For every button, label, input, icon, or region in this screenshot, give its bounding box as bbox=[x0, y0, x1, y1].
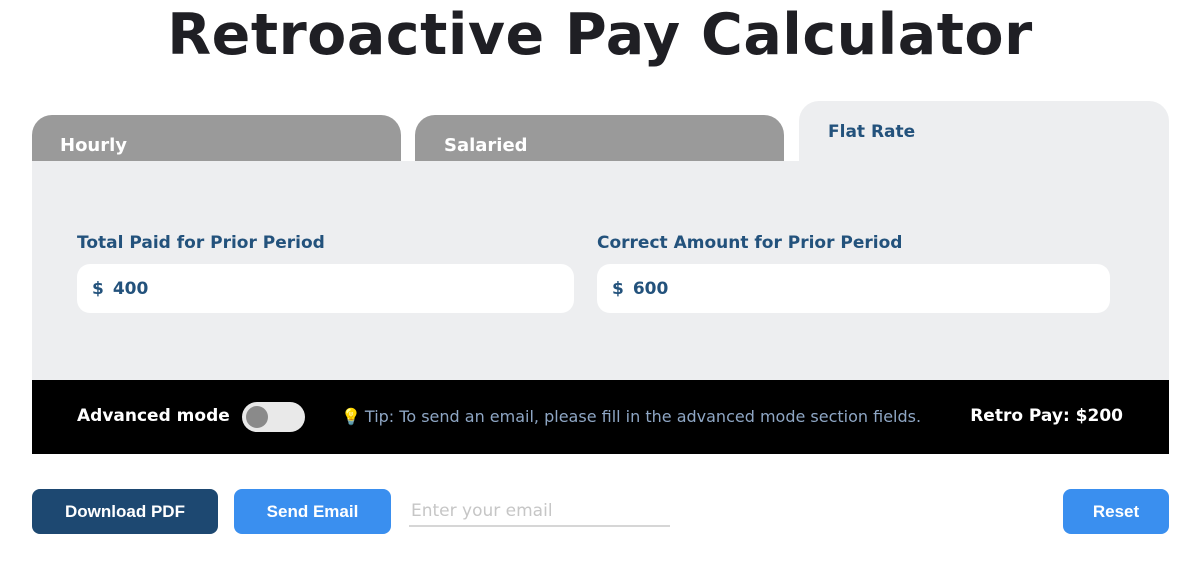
tab-salaried[interactable]: Salaried bbox=[415, 115, 784, 162]
tip-message: 💡 Tip: To send an email, please fill in t… bbox=[341, 407, 921, 426]
calculator-panel: Total Paid for Prior Period $ Correct Am… bbox=[32, 161, 1169, 380]
reset-button[interactable]: Reset bbox=[1063, 489, 1169, 534]
correct-amount-currency: $ bbox=[612, 278, 624, 299]
send-email-button[interactable]: Send Email bbox=[234, 489, 391, 534]
total-paid-label: Total Paid for Prior Period bbox=[77, 233, 325, 253]
tab-hourly[interactable]: Hourly bbox=[32, 115, 401, 162]
tab-hourly-label: Hourly bbox=[60, 135, 128, 156]
correct-amount-field[interactable]: $ bbox=[597, 264, 1110, 313]
tab-flat-rate[interactable]: Flat Rate bbox=[799, 101, 1169, 163]
tab-flat-rate-label: Flat Rate bbox=[828, 122, 916, 142]
email-input[interactable] bbox=[409, 497, 670, 527]
correct-amount-input[interactable] bbox=[632, 278, 833, 299]
retro-pay-result: Retro Pay: $200 bbox=[970, 406, 1123, 426]
toggle-knob bbox=[246, 406, 268, 428]
tip-text: Tip: To send an email, please fill in th… bbox=[364, 407, 922, 426]
total-paid-input[interactable] bbox=[112, 278, 313, 299]
lightbulb-icon: 💡 bbox=[341, 407, 361, 426]
advanced-mode-toggle[interactable] bbox=[242, 402, 305, 432]
tab-salaried-label: Salaried bbox=[444, 135, 528, 156]
page-title: Retroactive Pay Calculator bbox=[167, 2, 1033, 68]
download-pdf-button[interactable]: Download PDF bbox=[32, 489, 218, 534]
status-bar: Advanced mode 💡 Tip: To send an email, pl… bbox=[32, 380, 1169, 454]
correct-amount-label: Correct Amount for Prior Period bbox=[597, 233, 903, 253]
total-paid-currency: $ bbox=[92, 278, 104, 299]
advanced-mode-label: Advanced mode bbox=[77, 406, 230, 426]
total-paid-field[interactable]: $ bbox=[77, 264, 574, 313]
